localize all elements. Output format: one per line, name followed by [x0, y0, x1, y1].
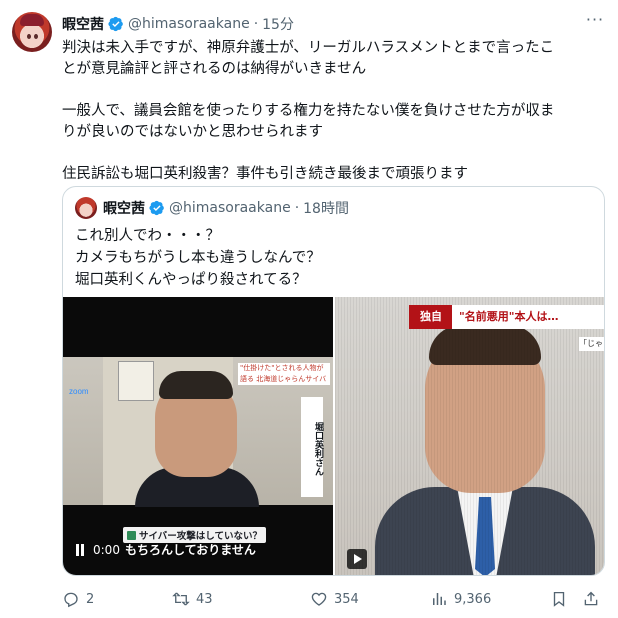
quoted-text-line: これ別人でわ・・・？	[75, 228, 220, 244]
zoom-label: zoom	[69, 387, 89, 396]
video-player-interview[interactable]: "仕掛けた"とされる人物が語る 北海道じゃらんサイバー攻撃か zoom 堀口英利…	[63, 297, 333, 575]
reply-button[interactable]: 2	[62, 590, 94, 608]
question-badge-icon	[127, 531, 136, 540]
tweet-text-line: とが意見論評と評されるのは納得がいきません	[62, 61, 367, 77]
play-icon[interactable]	[347, 549, 367, 569]
video-player-news[interactable]: 独自 "名前悪用"本人は… 「じゃ	[335, 297, 604, 575]
handle[interactable]: @himasoraakane	[128, 16, 250, 32]
video-time: 0:00	[93, 543, 120, 557]
reply-count: 2	[86, 591, 95, 607]
action-bar: 2 43 354 9,366	[62, 590, 607, 610]
verified-badge-icon	[108, 16, 123, 32]
avatar-hat	[20, 14, 44, 26]
repost-button[interactable]: 43	[172, 590, 213, 608]
video-controls: 0:00	[75, 543, 120, 557]
quoted-text-line: カメラもちがうし本も違うしなんで？	[75, 250, 321, 266]
share-icon	[584, 591, 598, 606]
separator-dot: ·	[253, 16, 259, 32]
share-button[interactable]	[582, 590, 600, 608]
pause-icon[interactable]	[75, 544, 85, 556]
news-banner: 独自 "名前悪用"本人は…	[409, 305, 604, 329]
avatar-eye	[27, 34, 31, 39]
avatar-eye	[34, 34, 38, 39]
tweet-text-line: りが良いのではないかと思わせられます	[62, 124, 323, 140]
scanline-overlay	[335, 297, 604, 575]
separator-dot: ·	[294, 200, 300, 216]
bookmark-button[interactable]	[550, 590, 568, 608]
name-caption: 堀口英利さん	[301, 397, 323, 497]
quoted-timestamp[interactable]: 18時間	[303, 198, 349, 218]
quoted-text: これ別人でわ・・・？ カメラもちがうし本も違うしなんで？ 堀口英利くんやっぱり殺…	[75, 225, 595, 291]
subtitle-answer: もちろんしておりません	[125, 543, 256, 557]
reply-icon	[64, 592, 78, 608]
media-grid: "仕掛けた"とされる人物が語る 北海道じゃらんサイバー攻撃か zoom 堀口英利…	[63, 297, 604, 575]
quoted-handle[interactable]: @himasoraakane	[169, 200, 291, 216]
like-count: 354	[334, 591, 359, 607]
news-headline: "名前悪用"本人は…	[459, 310, 559, 323]
tweet-text-line: 住民訴訟も堀口英利殺害？事件も引き続き最後まで頑張ります	[62, 166, 468, 182]
person-hair	[159, 371, 233, 399]
bookmark-icon	[553, 591, 565, 607]
more-options-icon[interactable]: ···	[584, 12, 606, 32]
quoted-text-line: 堀口英利くんやっぱり殺されてる？	[75, 272, 307, 288]
heart-icon	[311, 592, 327, 606]
tweet-text-line: 一般人で、議員会館を使ったりする権力を持たない僕を負けさせた方が収ま	[62, 103, 555, 119]
news-tag: 独自	[420, 310, 442, 323]
view-count: 9,366	[454, 591, 492, 607]
quoted-display-name[interactable]: 暇空茜	[103, 198, 145, 218]
video-frame: "仕掛けた"とされる人物が語る 北海道じゃらんサイバー攻撃か zoom 堀口英利…	[63, 357, 333, 557]
tweet-header: 暇空茜 @himasoraakane · 15分	[62, 14, 294, 34]
quoted-tweet[interactable]: 暇空茜 @himasoraakane · 18時間 これ別人でわ・・・？ カメラ…	[62, 186, 605, 576]
tweet-text-line: 判決は未入手ですが、神原弁護士が、リーガルハラスメントとまで言ったこ	[62, 40, 555, 56]
quoted-avatar[interactable]	[75, 197, 97, 219]
avatar[interactable]	[12, 12, 52, 52]
display-name[interactable]: 暇空茜	[62, 14, 104, 34]
repost-icon	[172, 592, 190, 606]
timestamp[interactable]: 15分	[262, 14, 294, 34]
quoted-header: 暇空茜 @himasoraakane · 18時間	[103, 199, 349, 217]
news-caption: "仕掛けた"とされる人物が語る 北海道じゃらんサイバー攻撃か	[238, 363, 330, 385]
tweet-text: 判決は未入手ですが、神原弁護士が、リーガルハラスメントとまで言ったこ とが意見論…	[62, 38, 602, 185]
like-button[interactable]: 354	[310, 590, 359, 608]
repost-count: 43	[196, 591, 213, 607]
tweet[interactable]: 暇空茜 @himasoraakane · 15分 ··· 判決は未入手ですが、神…	[0, 0, 618, 618]
news-subcaption: 「じゃ	[579, 337, 604, 351]
calligraphy-scroll	[118, 361, 154, 401]
views-chart-icon	[433, 593, 446, 605]
verified-badge-icon	[149, 200, 164, 216]
views-button[interactable]: 9,366	[430, 590, 491, 608]
